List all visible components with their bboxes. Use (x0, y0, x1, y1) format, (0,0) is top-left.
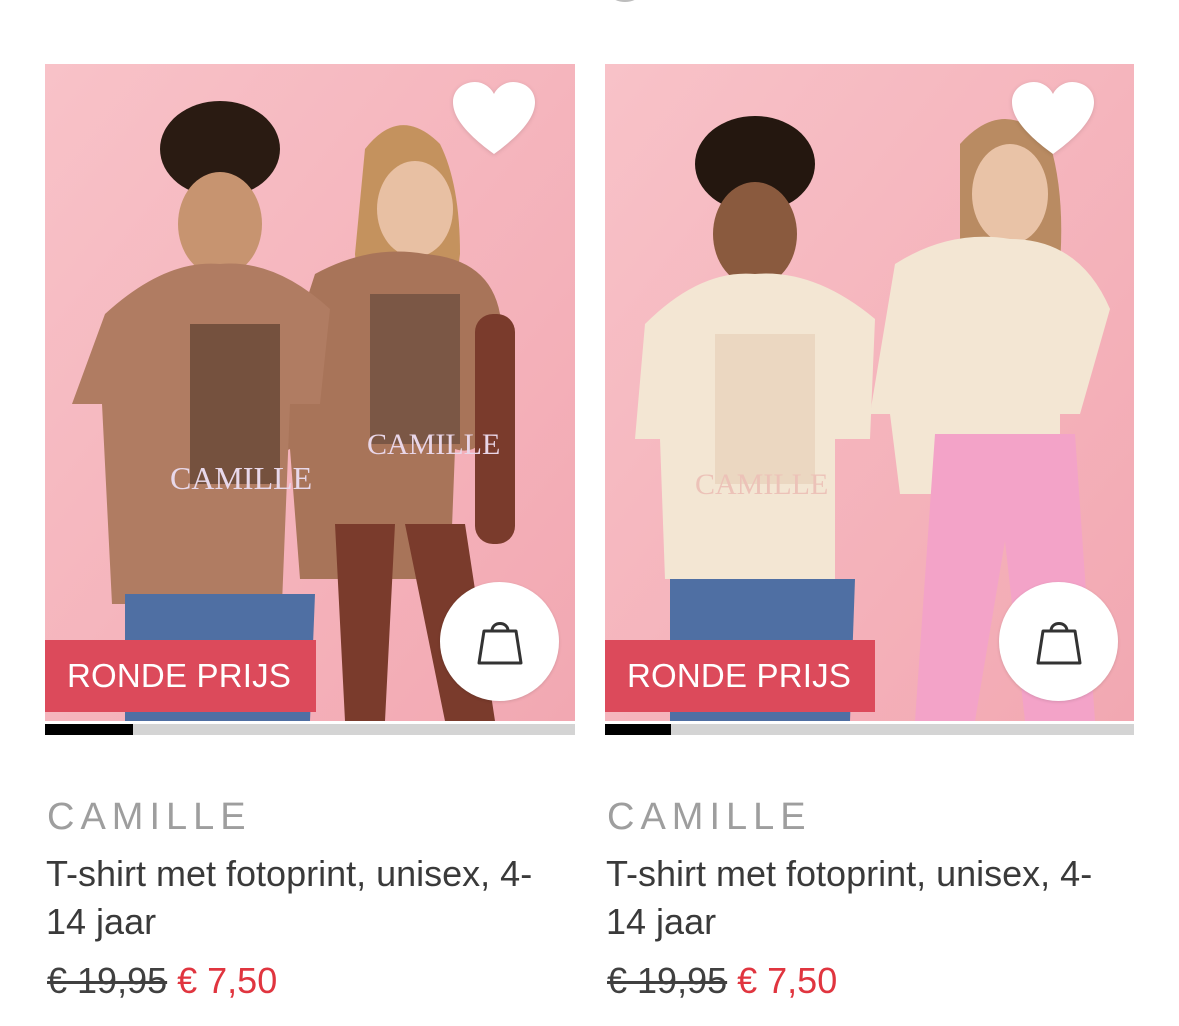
svg-text:CAMILLE: CAMILLE (170, 460, 312, 496)
price-block: € 19,95 € 7,50 (47, 960, 277, 1002)
image-carousel-progress (45, 724, 575, 735)
heart-icon (453, 82, 535, 154)
product-title[interactable]: T-shirt met fotoprint, unisex, 4-14 jaar (46, 850, 566, 946)
sale-price: € 7,50 (177, 960, 278, 1001)
product-card[interactable]: CAMILLE CAMILLE RONDE PRIJS CAMILLE T-sh… (45, 64, 575, 1001)
image-carousel-progress-fill (605, 724, 672, 735)
original-price: € 19,95 (47, 960, 168, 1001)
wishlist-button[interactable] (451, 80, 537, 158)
wishlist-button[interactable] (1010, 80, 1096, 158)
heart-icon (1012, 82, 1094, 154)
image-carousel-progress-fill (45, 724, 133, 735)
original-price: € 19,95 (607, 960, 728, 1001)
image-carousel-progress (605, 724, 1134, 735)
svg-text:CAMILLE: CAMILLE (695, 468, 828, 501)
price-block: € 19,95 € 7,50 (607, 960, 837, 1002)
product-brand: CAMILLE (47, 796, 252, 838)
promo-badge: RONDE PRIJS (45, 640, 316, 712)
product-brand: CAMILLE (607, 796, 812, 838)
product-title[interactable]: T-shirt met fotoprint, unisex, 4-14 jaar (606, 850, 1126, 946)
product-grid-page: CAMILLE CAMILLE RONDE PRIJS CAMILLE T-sh… (0, 0, 1179, 1026)
product-image[interactable]: CAMILLE RONDE PRIJS (605, 64, 1134, 721)
add-to-cart-button[interactable] (440, 582, 559, 701)
shopping-bag-icon (1036, 621, 1081, 664)
product-image[interactable]: CAMILLE CAMILLE RONDE PRIJS (45, 64, 575, 721)
promo-badge: RONDE PRIJS (605, 640, 875, 712)
shopping-bag-icon (477, 621, 522, 664)
loading-spinner-icon (602, 0, 648, 2)
product-card[interactable]: CAMILLE RONDE PRIJS CAMILLE T-shirt met … (605, 64, 1134, 1001)
add-to-cart-button[interactable] (999, 582, 1118, 701)
sale-price: € 7,50 (737, 960, 838, 1001)
svg-text:CAMILLE: CAMILLE (367, 428, 500, 461)
